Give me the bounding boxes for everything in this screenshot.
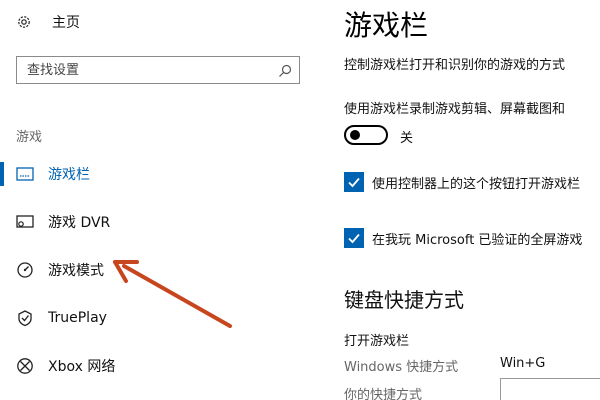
- controller-button-option[interactable]: 使用控制器上的这个按钮打开游戏栏: [344, 171, 580, 193]
- search-icon[interactable]: [278, 63, 292, 77]
- sidebar-item-label: 游戏 DVR: [48, 215, 111, 231]
- active-indicator: [0, 162, 4, 186]
- your-shortcut-label: 你的快捷方式: [344, 388, 423, 400]
- gear-icon: [16, 14, 32, 30]
- home-nav-item[interactable]: 主页: [16, 10, 80, 34]
- fullscreen-games-option[interactable]: 在我玩 Microsoft 已验证的全屏游戏: [344, 227, 582, 249]
- keyboard-shortcuts-title: 键盘快捷方式: [344, 288, 464, 312]
- record-description: 使用游戏栏录制游戏剪辑、屏幕截图和: [344, 102, 566, 117]
- settings-sidebar: 主页 游戏 游戏栏 游戏 DVR: [0, 0, 316, 400]
- page-title: 游戏栏: [344, 9, 429, 42]
- game-bar-icon: [16, 165, 34, 183]
- toggle-state-label: 关: [400, 131, 414, 146]
- windows-shortcut-value: Win+G: [500, 356, 546, 371]
- sidebar-item-trueplay[interactable]: TruePlay: [0, 304, 316, 332]
- settings-content: 游戏栏 控制游戏栏打开和识别你的游戏的方式 使用游戏栏录制游戏剪辑、屏幕截图和 …: [316, 0, 600, 400]
- toggle-knob: [350, 130, 360, 140]
- fullscreen-games-checkbox[interactable]: [344, 228, 364, 248]
- open-game-bar-label: 打开游戏栏: [344, 334, 410, 349]
- controller-button-checkbox[interactable]: [344, 172, 364, 192]
- sidebar-item-label: 游戏模式: [48, 263, 104, 279]
- home-label: 主页: [52, 15, 80, 31]
- checkmark-icon: [348, 233, 360, 244]
- page-description: 控制游戏栏打开和识别你的游戏的方式: [344, 58, 566, 73]
- search-input[interactable]: [27, 60, 277, 80]
- your-shortcut-input[interactable]: [500, 378, 600, 400]
- sidebar-item-game-bar[interactable]: 游戏栏: [0, 160, 316, 188]
- game-mode-icon: [16, 261, 34, 279]
- sidebar-item-label: TruePlay: [48, 310, 107, 326]
- sidebar-item-label: Xbox 网络: [48, 359, 116, 375]
- record-toggle-switch[interactable]: [344, 125, 388, 145]
- trueplay-icon: [16, 309, 34, 327]
- sidebar-item-xbox-networking[interactable]: Xbox 网络: [0, 352, 316, 380]
- game-dvr-icon: [16, 213, 34, 231]
- windows-shortcut-label: Windows 快捷方式: [344, 360, 459, 375]
- checkbox-label: 在我玩 Microsoft 已验证的全屏游戏: [372, 232, 583, 248]
- settings-search-box[interactable]: [16, 56, 300, 84]
- checkbox-label: 使用控制器上的这个按钮打开游戏栏: [372, 176, 581, 192]
- section-label-gaming: 游戏: [16, 130, 43, 145]
- sidebar-item-game-dvr[interactable]: 游戏 DVR: [0, 208, 316, 236]
- sidebar-item-game-mode[interactable]: 游戏模式: [0, 256, 316, 284]
- checkmark-icon: [348, 177, 360, 188]
- xbox-icon: [16, 357, 34, 375]
- sidebar-item-label: 游戏栏: [48, 167, 90, 183]
